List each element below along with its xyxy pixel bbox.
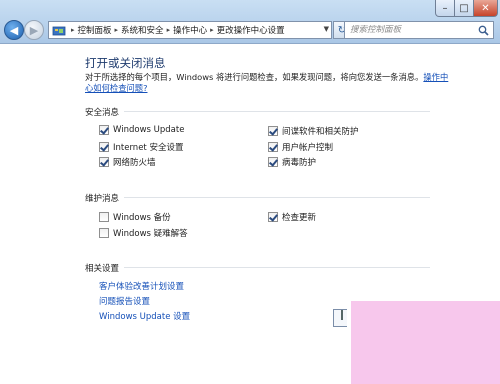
- maintenance-messages-heading: 维护消息: [85, 194, 120, 204]
- checkbox-check-updates[interactable]: 检查更新: [268, 211, 316, 223]
- corner-overlay: [351, 301, 500, 384]
- chevron-down-icon[interactable]: ▼: [324, 25, 329, 33]
- checkbox[interactable]: [268, 126, 278, 136]
- breadcrumb-separator: ▸: [166, 26, 171, 34]
- forward-button[interactable]: ▶: [24, 20, 44, 40]
- checkbox[interactable]: [99, 142, 109, 152]
- checkbox-windows-update[interactable]: Windows Update: [99, 125, 184, 135]
- breadcrumb-separator: ▸: [210, 26, 214, 34]
- checkbox-label: 病毒防护: [282, 158, 317, 168]
- maximize-button[interactable]: □: [455, 0, 474, 17]
- checkbox-spyware-protection[interactable]: 间谍软件和相关防护: [268, 125, 359, 137]
- checkbox-windows-troubleshooting[interactable]: Windows 疑难解答: [99, 227, 188, 239]
- breadcrumb-control-panel[interactable]: 控制面板: [78, 24, 112, 36]
- back-button[interactable]: ◀: [4, 20, 24, 40]
- checkbox-label: 间谍软件和相关防护: [282, 127, 359, 137]
- checkbox-virus-protection[interactable]: 病毒防护: [268, 156, 316, 168]
- checkbox-label: 网络防火墙: [113, 158, 156, 168]
- checkbox-label: 检查更新: [282, 213, 317, 223]
- checkbox-label: Windows 疑难解答: [113, 229, 188, 239]
- breadcrumb-action-center[interactable]: 操作中心: [173, 24, 207, 36]
- security-messages-heading: 安全消息: [85, 108, 120, 118]
- checkbox-label: 用户帐户控制: [282, 143, 334, 153]
- checkbox[interactable]: [99, 125, 109, 135]
- search-icon[interactable]: [478, 25, 489, 36]
- checkbox-windows-backup[interactable]: Windows 备份: [99, 211, 171, 223]
- checkbox[interactable]: [99, 212, 109, 222]
- breadcrumb-change-settings[interactable]: 更改操作中心设置: [217, 24, 285, 36]
- breadcrumb-system-security[interactable]: 系统和安全: [121, 24, 164, 36]
- address-bar[interactable]: ▸ 控制面板 ▸ 系统和安全 ▸ 操作中心 ▸ 更改操作中心设置 ▼: [48, 21, 332, 39]
- checkbox[interactable]: [268, 157, 278, 167]
- problem-reporting-settings-link[interactable]: 问题报告设置: [99, 295, 150, 307]
- control-panel-window: – □ ✕ ◀ ▶ ▸ 控制面板 ▸ 系统和安全 ▸ 操作中心 ▸ 更改操作中心…: [0, 0, 500, 384]
- control-panel-icon: [52, 26, 66, 35]
- page-description: 对于所选择的每个项目，Windows 将进行问题检查，如果发现问题，将向您发送一…: [85, 72, 455, 94]
- checkbox[interactable]: [99, 157, 109, 167]
- ok-button-partial-edge: [341, 310, 345, 320]
- breadcrumb-separator: ▸: [114, 26, 119, 34]
- arrow-right-icon: ▶: [29, 23, 39, 37]
- checkbox-internet-security[interactable]: Internet 安全设置: [99, 141, 183, 153]
- ceip-settings-link[interactable]: 客户体验改善计划设置: [99, 280, 184, 292]
- window-chrome: – □ ✕ ◀ ▶ ▸ 控制面板 ▸ 系统和安全 ▸ 操作中心 ▸ 更改操作中心…: [0, 0, 500, 44]
- checkbox-user-account-control[interactable]: 用户帐户控制: [268, 141, 333, 153]
- checkbox-label: Windows Update: [113, 125, 185, 135]
- breadcrumb-separator: ▸: [71, 26, 75, 34]
- checkbox-label: Internet 安全设置: [113, 143, 184, 153]
- checkbox-network-firewall[interactable]: 网络防火墙: [99, 156, 156, 168]
- search-box[interactable]: [344, 21, 494, 39]
- checkbox[interactable]: [268, 212, 278, 222]
- windows-update-settings-link[interactable]: Windows Update 设置: [99, 310, 190, 322]
- divider: [124, 197, 430, 198]
- checkbox-label: Windows 备份: [113, 213, 171, 223]
- search-input[interactable]: [350, 25, 478, 35]
- related-settings-heading: 相关设置: [85, 264, 120, 274]
- divider: [124, 267, 430, 268]
- minimize-button[interactable]: –: [435, 0, 455, 17]
- checkbox[interactable]: [268, 142, 278, 152]
- close-button[interactable]: ✕: [474, 0, 498, 17]
- description-text: 对于所选择的每个项目，Windows 将进行问题检查，如果发现问题，将向您发送一…: [85, 72, 424, 82]
- page-title: 打开或关闭消息: [85, 56, 166, 70]
- arrow-left-icon: ◀: [9, 23, 19, 37]
- checkbox[interactable]: [99, 228, 109, 238]
- divider: [124, 111, 430, 112]
